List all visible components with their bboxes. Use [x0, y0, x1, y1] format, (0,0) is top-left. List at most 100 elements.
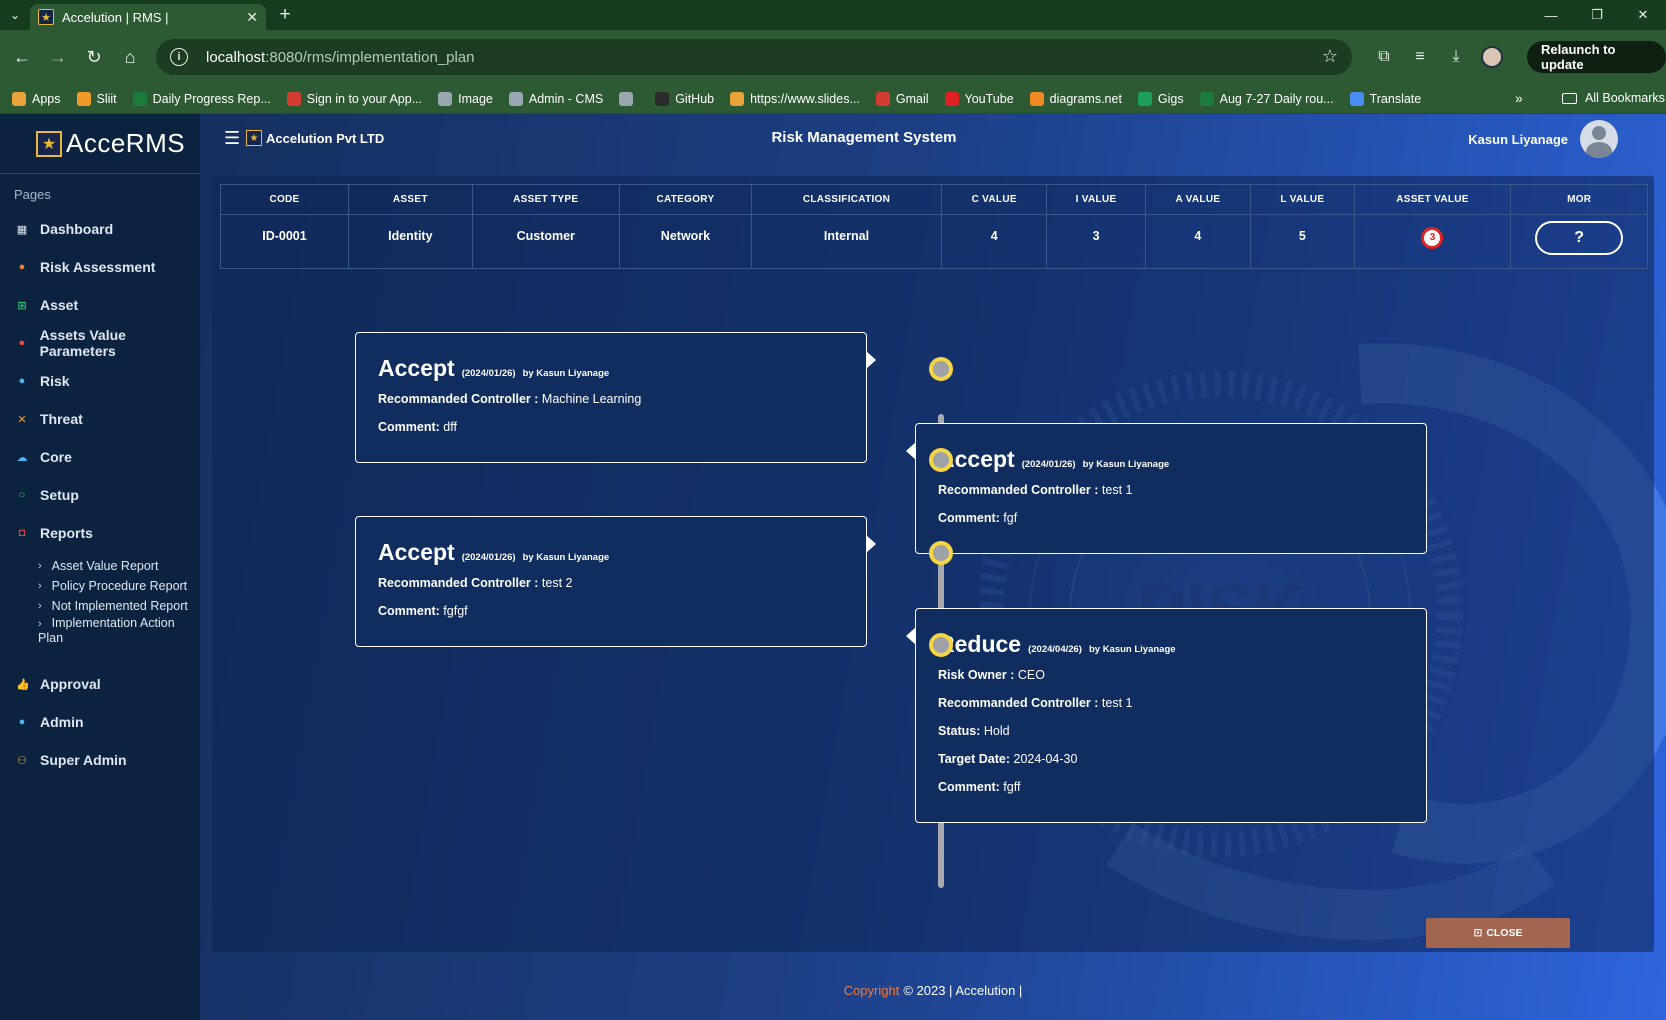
mor-button[interactable]: ? — [1535, 221, 1624, 255]
sidebar-item-label: Core — [40, 449, 72, 465]
relaunch-button[interactable]: Relaunch to update — [1527, 41, 1666, 73]
timeline-field-label: Risk Owner : — [938, 668, 1015, 682]
app-logo[interactable]: ★ AcceRMS — [0, 114, 200, 174]
bookmark-icon — [438, 91, 453, 106]
implementation-plan-panel: CODE ASSET ASSET TYPE CATEGORY CLASSIFICATIO… — [212, 176, 1654, 952]
tab-close-icon[interactable]: ✕ — [246, 9, 258, 26]
column-header-classification: CLASSIFICATION — [751, 184, 942, 215]
minimize-icon[interactable]: — — [1528, 0, 1574, 30]
new-tab-icon[interactable]: + — [270, 0, 300, 30]
timeline-dot — [929, 448, 953, 472]
company-name: ★ Accelution Pvt LTD — [246, 130, 384, 146]
bookmark-icon — [875, 91, 890, 106]
sidebar-item-reports[interactable]: ◘ Reports — [0, 514, 200, 552]
column-header-a-value: A VALUE — [1144, 184, 1252, 215]
asset-icon: ⊞ — [17, 299, 27, 312]
url-path: :8080/rms/implementation_plan — [265, 48, 475, 66]
reading-list-icon[interactable]: ≡ — [1402, 39, 1438, 75]
all-bookmarks[interactable]: All Bookmarks — [1562, 91, 1665, 105]
home-icon[interactable]: ⌂ — [112, 39, 148, 75]
timeline-card: Reduce (2024/04/26) by Kasun Liyanage Risk … — [906, 608, 1427, 823]
bookmark-translate[interactable]: Translate — [1349, 91, 1421, 106]
back-icon[interactable]: ← — [4, 39, 40, 75]
chevron-right-icon: › — [38, 580, 42, 592]
site-info-icon[interactable]: i — [170, 48, 188, 66]
sidebar-item-super-admin[interactable]: ⚇ Super Admin — [0, 741, 200, 779]
timeline-field: Comment: fgff — [938, 780, 1404, 794]
cell-i-value: 3 — [1046, 214, 1146, 269]
bookmark-item-6[interactable] — [619, 91, 639, 106]
footer: Copyright © 2023 | Accelution | — [200, 960, 1666, 1020]
restore-icon[interactable]: ❐ — [1574, 0, 1620, 30]
reload-icon[interactable]: ↻ — [76, 39, 112, 75]
sidebar-subitem-asset-value-report[interactable]: › Asset Value Report — [0, 556, 200, 576]
bookmark-aug-7-27-daily-rou[interactable]: Aug 7-27 Daily rou... — [1199, 91, 1334, 106]
timeline-field-value: CEO — [1017, 668, 1045, 682]
bookmark-sliit[interactable]: Sliit — [76, 91, 117, 106]
sidebar-item-asset[interactable]: ⊞ Asset — [0, 286, 200, 324]
menu-toggle-icon[interactable]: ☰ — [224, 128, 240, 149]
sidebar-nav-bottom: 👍 Approval ● Admin ⚇ Super Admin — [0, 665, 200, 779]
logo-text: AcceRMS — [66, 128, 186, 158]
bookmark-icon — [944, 91, 959, 106]
sidebar-item-approval[interactable]: 👍 Approval — [0, 665, 200, 703]
sidebar-item-admin[interactable]: ● Admin — [0, 703, 200, 741]
sidebar-item-label: Risk — [40, 373, 70, 389]
sidebar-item-label: Reports — [40, 525, 93, 541]
sidebar-item-risk[interactable]: ● Risk — [0, 362, 200, 400]
address-bar[interactable]: i localhost :8080/rms/implementation_pla… — [156, 39, 1352, 75]
timeline-field: Recommanded Controller : test 1 — [938, 483, 1404, 497]
timeline-field-label: Recommanded Controller : — [378, 392, 539, 406]
bookmark-icon — [730, 91, 745, 106]
sidebar-item-dashboard[interactable]: ▦ Dashboard — [0, 210, 200, 248]
sidebar-item-setup[interactable]: ○ Setup — [0, 476, 200, 514]
bookmark-star-icon[interactable]: ☆ — [1322, 46, 1338, 67]
window-close-icon[interactable]: ✕ — [1620, 0, 1666, 30]
bookmark-gigs[interactable]: Gigs — [1137, 91, 1184, 106]
sidebar-item-core[interactable]: ☁ Core — [0, 438, 200, 476]
sidebar-item-threat[interactable]: ✕ Threat — [0, 400, 200, 438]
download-icon[interactable]: ⤓ — [1438, 39, 1474, 75]
timeline-author: by Kasun Liyanage — [522, 552, 610, 563]
logo-icon: ★ — [36, 130, 62, 157]
bookmark-diagrams-net[interactable]: diagrams.net — [1029, 91, 1122, 106]
bookmark-https-www-slides[interactable]: https://www.slides... — [730, 91, 860, 106]
cell-classification: Internal — [751, 214, 942, 269]
sidebar-item-risk-assessment[interactable]: ● Risk Assessment — [0, 248, 200, 286]
extensions-icon[interactable]: ⧉ — [1366, 39, 1402, 75]
bookmark-image[interactable]: Image — [438, 91, 493, 106]
sidebar-subitem-implementation-action-plan[interactable]: › Implementation Action Plan — [0, 616, 200, 645]
sidebar-section-label: Pages — [14, 187, 51, 202]
bookmark-sign-in-to-your-app[interactable]: Sign in to your App... — [286, 91, 422, 106]
bookmark-youtube[interactable]: YouTube — [944, 91, 1014, 106]
timeline-card-header: Accept (2024/01/26) by Kasun Liyanage — [378, 539, 844, 566]
cell-l-value: 5 — [1250, 214, 1355, 269]
bookmark-admin-cms[interactable]: Admin - CMS — [508, 91, 603, 106]
url-host: localhost — [206, 48, 266, 66]
user-name[interactable]: Kasun Liyanage — [1468, 132, 1568, 147]
browser-tab-active[interactable]: ★ Accelution | RMS | ✕ — [30, 4, 266, 30]
tab-search-icon[interactable]: ⌄ — [0, 0, 30, 30]
sidebar-item-label: Asset — [40, 297, 79, 313]
user-avatar[interactable] — [1580, 120, 1618, 158]
toolbar-icons: ⧉ ≡ ⤓ — [1366, 39, 1510, 75]
close-button[interactable]: ⊡ CLOSE — [1426, 918, 1570, 948]
bookmark-github[interactable]: GitHub — [655, 91, 714, 106]
copyright-link[interactable]: Copyright — [844, 983, 900, 998]
bookmark-apps[interactable]: Apps — [12, 91, 61, 106]
timeline-card-header: Accept (2024/01/26) by Kasun Liyanage — [938, 446, 1404, 473]
sidebar-subitem-not-implemented-report[interactable]: › Not Implemented Report — [0, 596, 200, 616]
sidebar-item-assets-value-parameters[interactable]: ● Assets Value Parameters — [0, 324, 200, 362]
bookmark-gmail[interactable]: Gmail — [875, 91, 929, 106]
bookmarks-overflow-icon[interactable]: » — [1515, 90, 1523, 106]
asset-table: CODE ASSET ASSET TYPE CATEGORY CLASSIFICATIO… — [220, 184, 1648, 269]
timeline-card: Accept (2024/01/26) by Kasun Liyanage Recom… — [355, 332, 876, 463]
bookmark-daily-progress-rep[interactable]: Daily Progress Rep... — [132, 91, 271, 106]
sidebar-item-label: Assets Value Parameters — [39, 327, 126, 359]
bookmark-icon — [132, 91, 147, 106]
timeline-field-label: Comment: — [378, 420, 440, 434]
core-icon: ☁ — [16, 451, 28, 464]
sidebar-subitem-policy-procedure-report[interactable]: › Policy Procedure Report — [0, 576, 200, 596]
profile-icon[interactable] — [1474, 39, 1510, 75]
forward-icon[interactable]: → — [40, 39, 76, 75]
